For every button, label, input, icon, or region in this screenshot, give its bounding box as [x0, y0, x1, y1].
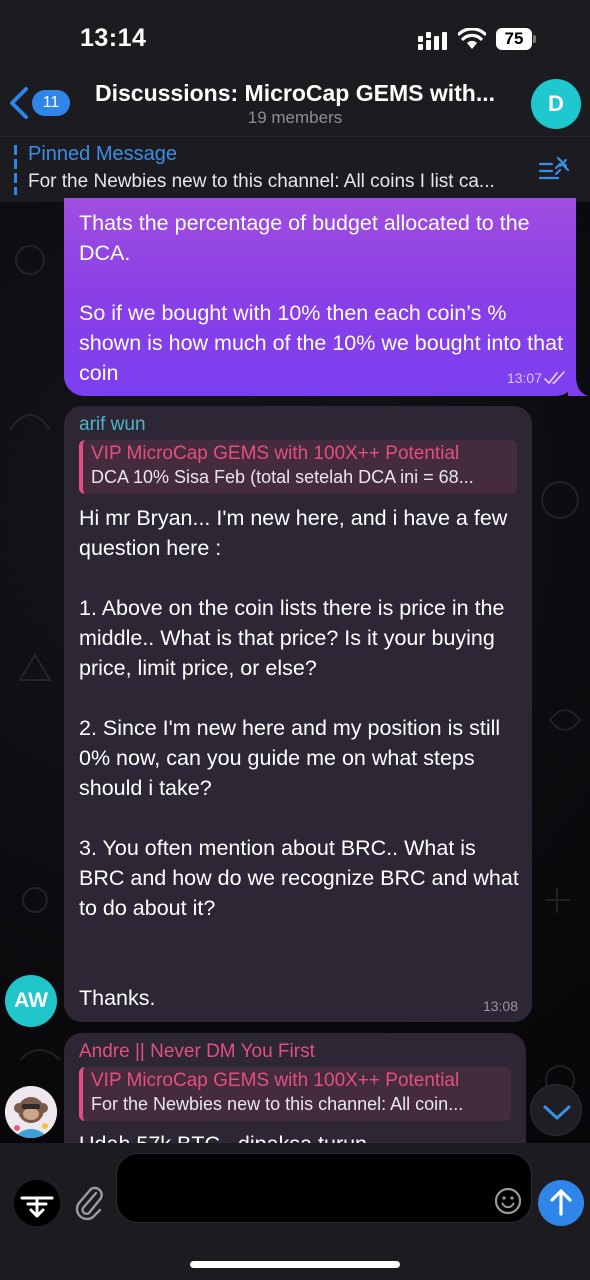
chat-title[interactable]: Discussions: MicroCap GEMS with...	[80, 80, 510, 107]
battery-icon: 75	[496, 28, 536, 50]
scroll-down-button[interactable]	[530, 1084, 582, 1136]
reply-title: VIP MicroCap GEMS with 100X++ Potential	[91, 443, 460, 464]
chevron-down-icon	[543, 1105, 571, 1120]
avatar[interactable]	[5, 1086, 57, 1138]
chevron-left-icon	[10, 87, 28, 119]
wifi-icon	[458, 28, 486, 49]
message-bubble-outgoing[interactable]: Thats the percentage of budget allocated…	[64, 198, 576, 396]
message-time: 13:08	[482, 998, 518, 1014]
message-text: Hi mr Bryan... I'm new here, and i have …	[79, 506, 519, 1010]
pinned-text: For the Newbies new to this channel: All…	[28, 171, 495, 192]
sender-name[interactable]: arif wun	[79, 414, 146, 436]
message-text: Thats the percentage of budget allocated…	[79, 211, 564, 385]
chat-members-count: 19 members	[247, 108, 343, 127]
paperclip-icon[interactable]	[72, 1183, 106, 1221]
app-logo-icon	[20, 1196, 54, 1218]
send-button[interactable]	[538, 1180, 584, 1226]
bubble-tail	[568, 376, 588, 396]
message-input[interactable]	[116, 1153, 532, 1223]
cellular-signal-icon	[418, 32, 447, 50]
reply-text: For the Newbies new to this channel: All…	[91, 1094, 464, 1114]
avatar[interactable]: AW	[5, 975, 57, 1027]
pinned-indicator	[14, 145, 17, 195]
message-bubble-incoming[interactable]: arif wun VIP MicroCap GEMS with 100X++ P…	[64, 406, 532, 1022]
arrow-up-icon	[550, 1189, 572, 1216]
reply-title: VIP MicroCap GEMS with 100X++ Potential	[91, 1070, 460, 1091]
status-time: 13:14	[80, 24, 147, 52]
chat-header: 11 Discussions: MicroCap GEMS with... 19…	[0, 74, 590, 136]
pinned-message-bar[interactable]: Pinned Message For the Newbies new to th…	[0, 136, 590, 202]
sender-name[interactable]: Andre || Never DM You First	[79, 1041, 315, 1063]
double-check-icon	[544, 371, 565, 385]
unread-count-badge: 11	[32, 90, 70, 116]
battery-level: 75	[504, 29, 524, 48]
pinned-title: Pinned Message	[28, 143, 177, 165]
pinned-list-icon[interactable]	[538, 154, 572, 184]
message-time: 13:07	[506, 370, 542, 386]
reply-text: DCA 10% Sisa Feb (total setelah DCA ini …	[91, 467, 474, 487]
sticker-emoji-icon[interactable]	[494, 1187, 522, 1215]
bot-menu-button[interactable]	[14, 1180, 60, 1226]
reply-quote[interactable]: VIP MicroCap GEMS with 100X++ Potential …	[79, 440, 517, 494]
reply-quote[interactable]: VIP MicroCap GEMS with 100X++ Potential …	[79, 1067, 511, 1121]
home-indicator[interactable]	[190, 1261, 400, 1268]
chat-avatar[interactable]: D	[531, 79, 581, 129]
status-bar: 13:14 75	[0, 0, 590, 74]
back-button[interactable]: 11	[8, 82, 70, 126]
monkey-avatar-icon	[5, 1086, 57, 1138]
